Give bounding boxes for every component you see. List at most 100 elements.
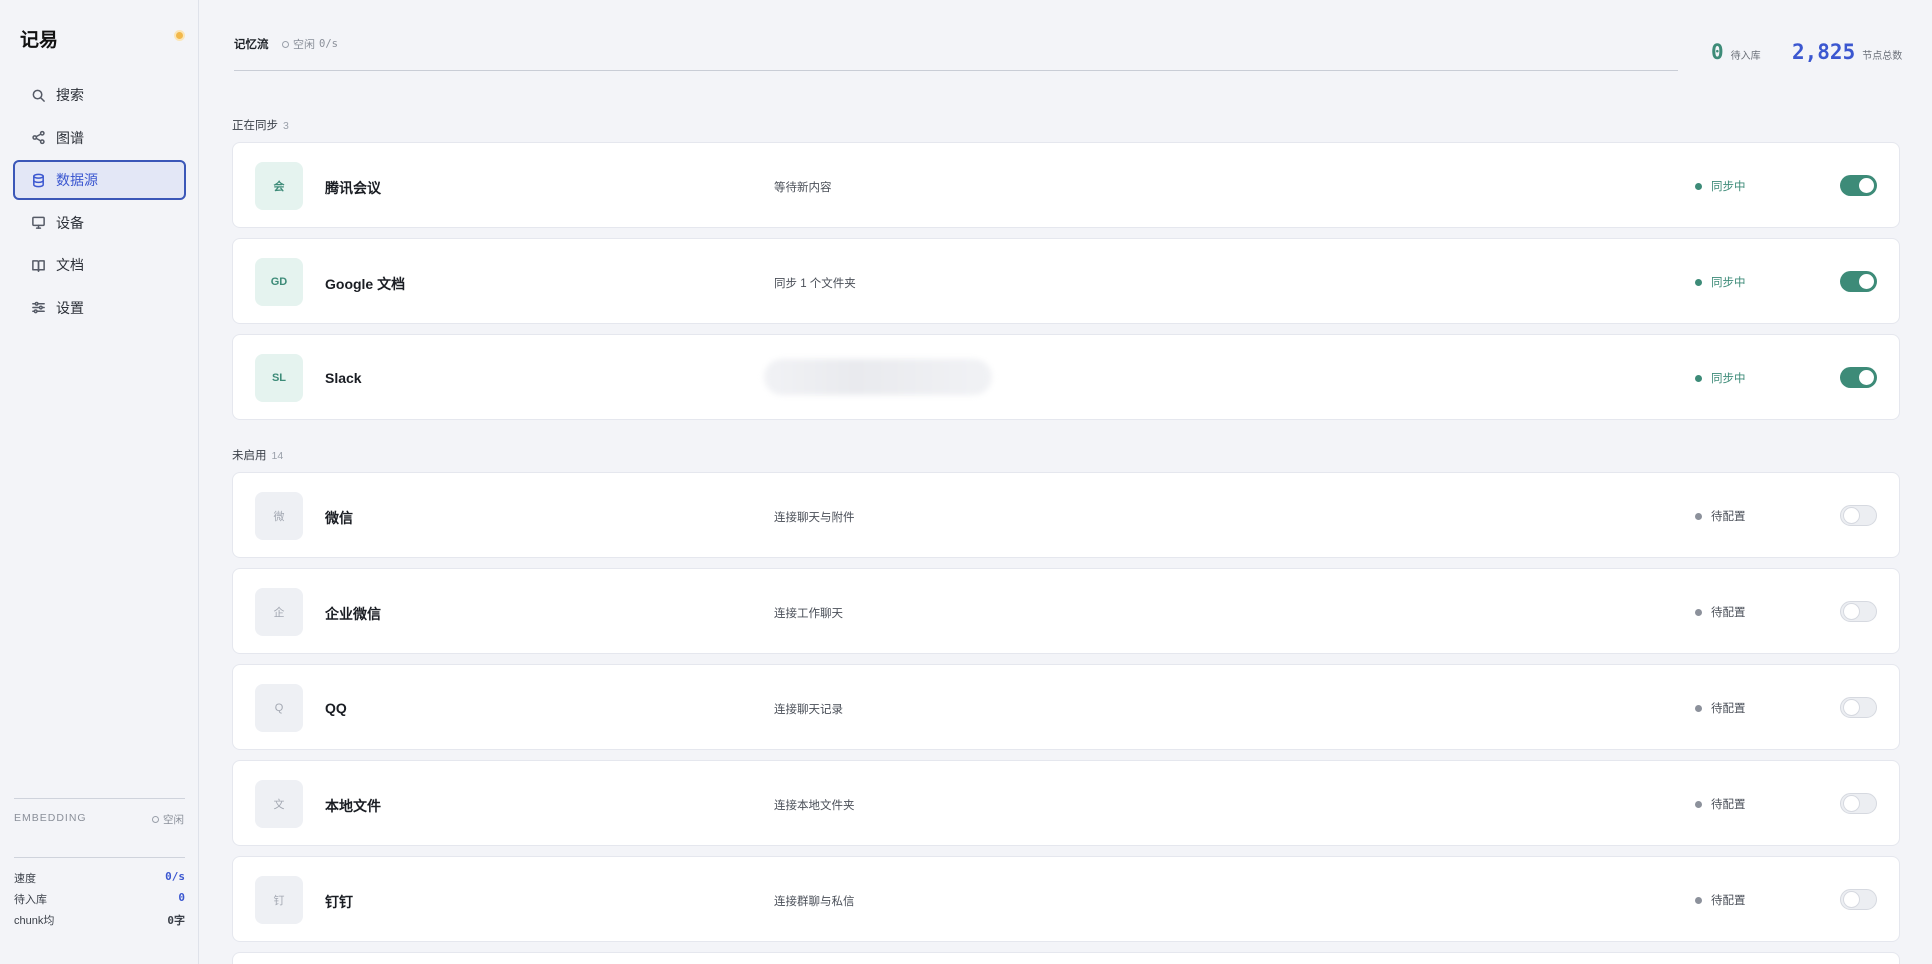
- metric-value: 0: [1711, 40, 1724, 64]
- sidebar-item-label: 文档: [56, 257, 84, 273]
- toggle-knob: [1844, 508, 1859, 523]
- enable-toggle[interactable]: [1840, 505, 1877, 526]
- stat-label: chunk均: [14, 915, 55, 927]
- enable-toggle[interactable]: [1840, 175, 1877, 196]
- sidebar-item-label: 数据源: [56, 172, 98, 188]
- sliders-icon: [32, 301, 45, 314]
- source-desc: 连接聊天与附件: [774, 512, 855, 524]
- stat-pending: 待入库 0: [14, 891, 185, 907]
- share-graph-icon: [32, 130, 45, 145]
- status-badge: 同步中: [1695, 178, 1746, 194]
- source-card-wechat: 微 微信 连接聊天与附件 待配置: [232, 472, 1900, 558]
- status-badge: 同步中: [1695, 274, 1746, 290]
- status-dot: [1695, 512, 1702, 520]
- sidebar-item-devices[interactable]: 设备: [13, 203, 186, 243]
- metric-node-total: 2,825 节点总数: [1792, 40, 1902, 64]
- status-badge: 待配置: [1695, 604, 1746, 620]
- search-icon: [32, 89, 45, 102]
- sidebar-item-settings[interactable]: 设置: [13, 288, 186, 328]
- status-text: 同步中: [1711, 373, 1746, 385]
- enable-toggle[interactable]: [1840, 367, 1877, 388]
- source-desc: 等待新内容: [774, 182, 832, 194]
- enable-toggle[interactable]: [1840, 889, 1877, 910]
- toggle-knob: [1844, 604, 1859, 619]
- sidebar-item-label: 图谱: [56, 129, 84, 146]
- sidebar-item-graph[interactable]: 图谱: [13, 118, 186, 158]
- stat-value: 0: [178, 891, 185, 904]
- embedding-label: EMBEDDING: [14, 812, 87, 824]
- header-status: 空闲 0/s: [282, 36, 338, 52]
- stat-label: 待入库: [14, 894, 47, 906]
- status-dot: [1695, 608, 1702, 616]
- metric-label: 节点总数: [1862, 51, 1903, 62]
- status-badge: 待配置: [1695, 508, 1746, 524]
- source-card-google-docs: GD Google 文档 同步 1 个文件夹 同步中: [232, 238, 1900, 324]
- status-badge: 待配置: [1695, 892, 1746, 908]
- source-card-slack: SL Slack 同步中: [232, 334, 1900, 420]
- stat-chunk-avg: chunk均 0字: [14, 912, 185, 928]
- source-name: 钉钉: [325, 894, 353, 910]
- status-indicator-dot: [176, 32, 183, 39]
- status-dot: [1695, 704, 1702, 712]
- enable-toggle[interactable]: [1840, 271, 1877, 292]
- status-dot: [1695, 182, 1702, 190]
- toggle-knob: [1844, 892, 1859, 907]
- sidebar-item-datasources[interactable]: 数据源: [13, 160, 186, 200]
- source-desc: 连接群聊与私信: [774, 896, 855, 908]
- status-dot: [1695, 800, 1702, 808]
- source-name: 企业微信: [325, 606, 381, 622]
- enable-toggle[interactable]: [1840, 697, 1877, 718]
- sidebar-item-label: 搜索: [56, 87, 84, 103]
- idle-ring-icon: [282, 40, 289, 48]
- section-title-text: 正在同步: [232, 120, 278, 132]
- embedding-status: 空闲: [152, 812, 184, 827]
- source-name: Slack: [325, 370, 362, 386]
- enable-toggle[interactable]: [1840, 793, 1877, 814]
- divider: [14, 798, 185, 799]
- status-dot: [1695, 896, 1702, 904]
- section-count: 14: [271, 450, 284, 462]
- header-status-label: 空闲: [293, 39, 315, 51]
- toggle-knob: [1859, 274, 1874, 289]
- section-count: 3: [283, 120, 289, 132]
- status-text: 待配置: [1711, 799, 1746, 811]
- source-logo: 会: [255, 162, 303, 210]
- source-logo: Q: [255, 684, 303, 732]
- header-status-rate: 0/s: [319, 38, 338, 50]
- app-title: 记易: [20, 30, 59, 51]
- status-text: 待配置: [1711, 703, 1746, 715]
- source-logo: SL: [255, 354, 303, 402]
- book-icon: [32, 259, 45, 272]
- status-dot: [1695, 374, 1702, 382]
- metric-label: 待入库: [1730, 51, 1761, 62]
- divider: [14, 857, 185, 858]
- status-text: 待配置: [1711, 895, 1746, 907]
- source-card-partial: [232, 952, 1900, 964]
- status-text: 待配置: [1711, 511, 1746, 523]
- source-name: Google 文档: [325, 276, 406, 292]
- source-logo: GD: [255, 258, 303, 306]
- source-desc: 同步 1 个文件夹: [774, 278, 856, 290]
- toggle-knob: [1859, 370, 1874, 385]
- source-card-qq: Q QQ 连接聊天记录 待配置: [232, 664, 1900, 750]
- source-logo: 微: [255, 492, 303, 540]
- source-name: 本地文件: [325, 798, 381, 814]
- stat-label: 速度: [14, 873, 36, 885]
- sidebar-item-docs[interactable]: 文档: [13, 245, 186, 285]
- source-desc: 连接本地文件夹: [774, 800, 855, 812]
- status-dot: [1695, 278, 1702, 286]
- monitor-icon: [32, 216, 45, 229]
- sidebar-item-label: 设置: [56, 299, 84, 316]
- section-title-syncing: 正在同步 3: [232, 117, 289, 133]
- source-desc: 连接工作聊天: [774, 608, 843, 620]
- section-title-disabled: 未启用 14: [232, 447, 283, 463]
- source-name: 腾讯会议: [325, 180, 381, 196]
- toggle-knob: [1844, 700, 1859, 715]
- idle-ring-icon: [152, 816, 159, 823]
- sidebar-item-search[interactable]: 搜索: [13, 75, 186, 115]
- enable-toggle[interactable]: [1840, 601, 1877, 622]
- source-logo: 文: [255, 780, 303, 828]
- database-icon: [33, 173, 44, 187]
- section-title-text: 未启用: [232, 450, 267, 462]
- sidebar-item-label: 设备: [56, 214, 84, 231]
